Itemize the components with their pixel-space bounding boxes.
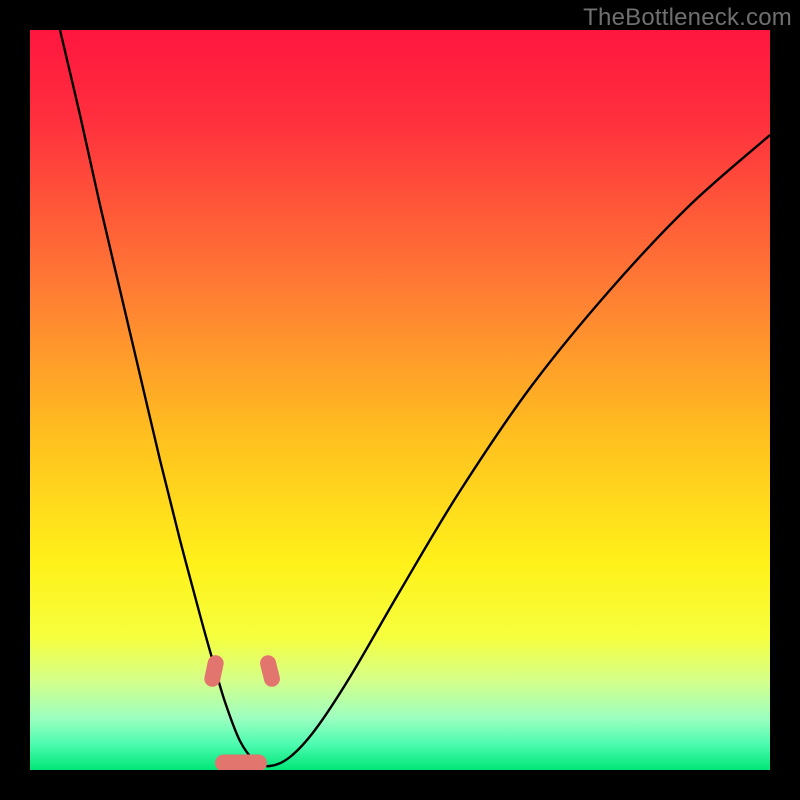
plot-area — [30, 30, 770, 770]
gradient-background — [30, 30, 770, 770]
attribution-text: TheBottleneck.com — [583, 4, 792, 32]
marker-capsule — [215, 755, 267, 771]
chart-frame: TheBottleneck.com — [0, 0, 800, 800]
bottleneck-chart — [30, 30, 770, 770]
